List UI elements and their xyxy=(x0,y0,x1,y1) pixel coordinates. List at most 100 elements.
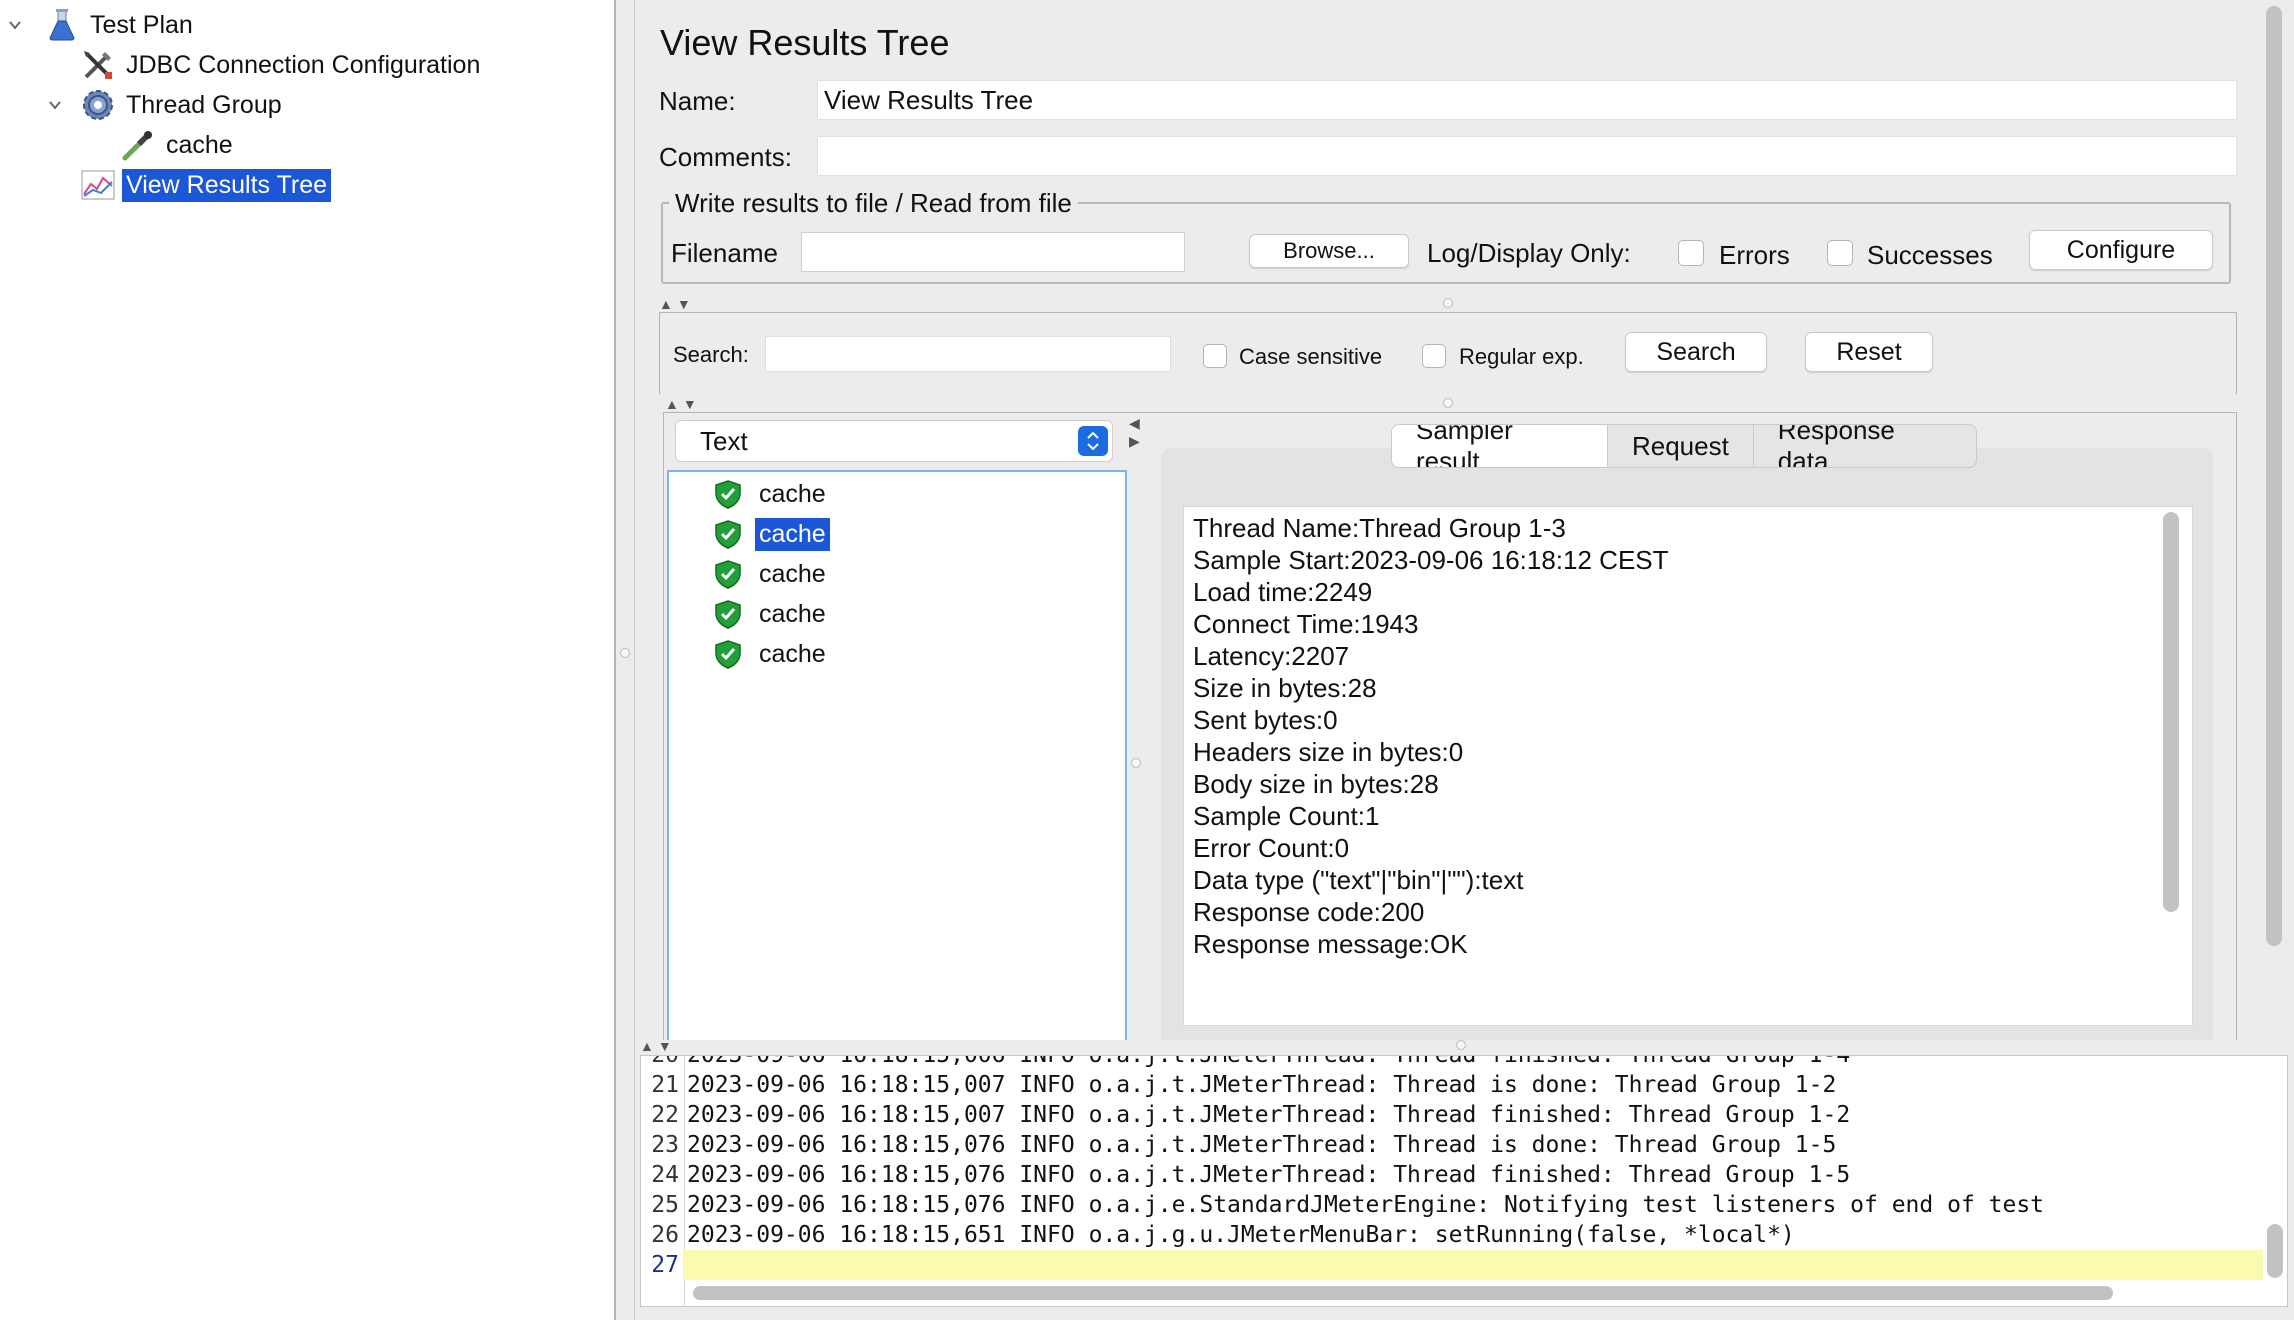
result-line: Sample Start:2023-09-06 16:18:12 CEST xyxy=(1193,545,1669,575)
errors-label: Errors xyxy=(1719,240,1790,270)
result-item[interactable]: cache xyxy=(713,636,830,672)
regular-exp-checkbox[interactable] xyxy=(1422,344,1446,368)
case-sensitive-checkbox[interactable] xyxy=(1203,344,1227,368)
tree-item-label: View Results Tree xyxy=(122,168,332,202)
flask-icon xyxy=(44,7,80,43)
result-line: Response code:200 xyxy=(1193,897,1425,927)
search-button[interactable]: Search xyxy=(1625,332,1767,372)
result-line: Connect Time:1943 xyxy=(1193,609,1419,639)
divider-handle[interactable] xyxy=(1443,298,1453,308)
tree-item-label: Test Plan xyxy=(90,10,193,39)
successes-checkbox[interactable] xyxy=(1827,240,1853,266)
chevron-down-icon[interactable] xyxy=(44,94,66,116)
filename-field[interactable] xyxy=(801,232,1185,272)
split-arrows-icon[interactable]: ▲▼ xyxy=(640,1038,676,1054)
errors-checkbox[interactable] xyxy=(1678,240,1704,266)
success-shield-icon xyxy=(715,640,741,669)
test-plan-tree: Test Plan JDBC Connection Configuration … xyxy=(0,0,616,1320)
browse-button[interactable]: Browse... xyxy=(1249,234,1409,268)
pipette-icon xyxy=(120,127,156,163)
log-line: 24 2023-09-06 16:18:15,076 INFO o.a.j.t.… xyxy=(651,1162,1851,1188)
tree-item-jdbc-connection-configuration[interactable]: JDBC Connection Configuration xyxy=(80,46,484,84)
log-current-line: 27 xyxy=(641,1250,2287,1280)
chevron-down-icon[interactable] xyxy=(4,14,26,36)
configure-button[interactable]: Configure xyxy=(2029,230,2213,270)
result-item[interactable]: cache xyxy=(713,556,830,592)
log-line: 25 2023-09-06 16:18:15,076 INFO o.a.j.e.… xyxy=(651,1192,2045,1218)
success-shield-icon xyxy=(715,600,741,629)
log-vertical-scrollbar[interactable] xyxy=(2267,1224,2283,1278)
result-line: Data type ("text"|"bin"|""):text xyxy=(1193,865,1524,895)
result-line: Load time:2249 xyxy=(1193,577,1373,607)
collapse-arrows-icon[interactable]: ◀ ▶ xyxy=(1129,414,1140,450)
tree-item-test-plan[interactable]: Test Plan xyxy=(44,6,197,44)
success-shield-icon xyxy=(715,520,741,549)
log-line: 26 2023-09-06 16:18:15,651 INFO o.a.j.g.… xyxy=(651,1222,1795,1248)
divider-handle[interactable] xyxy=(620,648,630,658)
reset-button[interactable]: Reset xyxy=(1805,332,1933,372)
tab-response-data[interactable]: Response data xyxy=(1754,425,1976,467)
case-sensitive-label: Case sensitive xyxy=(1239,344,1383,369)
result-line: Sample Count:1 xyxy=(1193,801,1380,831)
result-line: Sent bytes:0 xyxy=(1193,705,1338,735)
result-item[interactable]: cache xyxy=(713,516,830,552)
result-line: Thread Name:Thread Group 1-3 xyxy=(1193,513,1566,543)
tree-item-view-results-tree[interactable]: View Results Tree xyxy=(80,166,332,204)
successes-label: Successes xyxy=(1867,240,1993,270)
write-results-group-title: Write results to file / Read from file xyxy=(669,188,1078,219)
split-arrows-icon[interactable]: ▲▼ xyxy=(665,396,701,412)
divider-handle[interactable] xyxy=(1456,1040,1466,1050)
tree-item-label: cache xyxy=(166,130,233,159)
result-item[interactable]: cache xyxy=(713,476,830,512)
regular-exp-label: Regular exp. xyxy=(1459,344,1584,369)
panel-title: View Results Tree xyxy=(660,22,950,63)
result-item-label: cache xyxy=(759,479,826,508)
gear-icon xyxy=(80,87,116,123)
result-line: Response message:OK xyxy=(1193,929,1468,959)
wrench-screwdriver-icon xyxy=(80,47,116,83)
name-field[interactable]: View Results Tree xyxy=(817,80,2237,120)
result-line: Latency:2207 xyxy=(1193,641,1350,671)
horizontal-scrollbar[interactable] xyxy=(693,1286,2113,1300)
log-viewer[interactable]: 20 2023-09-06 16:18:15,006 INFO o.a.j.t.… xyxy=(640,1055,2288,1307)
log-line: 22 2023-09-06 16:18:15,007 INFO o.a.j.t.… xyxy=(651,1102,1851,1128)
log-display-only-label: Log/Display Only: xyxy=(1427,238,1631,268)
success-shield-icon xyxy=(715,560,741,589)
filename-label: Filename xyxy=(671,238,778,268)
result-line: Headers size in bytes:0 xyxy=(1193,737,1464,767)
result-item-label: cache xyxy=(755,517,830,551)
result-line: Size in bytes:28 xyxy=(1193,673,1377,703)
tree-item-label: Thread Group xyxy=(126,90,282,119)
result-item-label: cache xyxy=(759,639,826,668)
detail-tabs: Sampler result Request Response data xyxy=(1391,424,1977,468)
split-arrows-icon[interactable]: ▲▼ xyxy=(659,296,695,312)
search-input[interactable] xyxy=(765,336,1171,372)
split-pane-divider[interactable] xyxy=(616,0,634,1320)
tab-request[interactable]: Request xyxy=(1608,425,1754,467)
panel-vertical-scrollbar[interactable] xyxy=(2266,6,2282,946)
chevron-up-down-icon xyxy=(1078,426,1108,456)
result-item-label: cache xyxy=(759,599,826,628)
tree-item-thread-group[interactable]: Thread Group xyxy=(80,86,286,124)
divider-handle[interactable] xyxy=(1131,758,1141,768)
log-line: 21 2023-09-06 16:18:15,007 INFO o.a.j.t.… xyxy=(651,1072,1837,1098)
result-line: Error Count:0 xyxy=(1193,833,1350,863)
renderer-select[interactable]: Text xyxy=(675,420,1113,462)
tab-sampler-result[interactable]: Sampler result xyxy=(1392,425,1608,467)
log-line: 20 2023-09-06 16:18:15,006 INFO o.a.j.t.… xyxy=(651,1055,1851,1068)
vertical-scrollbar[interactable] xyxy=(2163,512,2179,912)
result-line: Body size in bytes:28 xyxy=(1193,769,1439,799)
tree-item-label: JDBC Connection Configuration xyxy=(126,50,481,79)
name-label: Name: xyxy=(659,86,736,116)
result-item[interactable]: cache xyxy=(713,596,830,632)
comments-label: Comments: xyxy=(659,142,792,172)
comments-field[interactable] xyxy=(817,136,2237,176)
sampler-result-lines: Thread Name:Thread Group 1-3 Sample Star… xyxy=(1193,512,1669,960)
chart-icon xyxy=(80,167,116,203)
log-line: 23 2023-09-06 16:18:15,076 INFO o.a.j.t.… xyxy=(651,1132,1837,1158)
tree-item-cache[interactable]: cache xyxy=(120,126,237,164)
success-shield-icon xyxy=(715,480,741,509)
divider-handle[interactable] xyxy=(1443,398,1453,408)
search-label: Search: xyxy=(673,342,749,367)
result-item-label: cache xyxy=(759,559,826,588)
